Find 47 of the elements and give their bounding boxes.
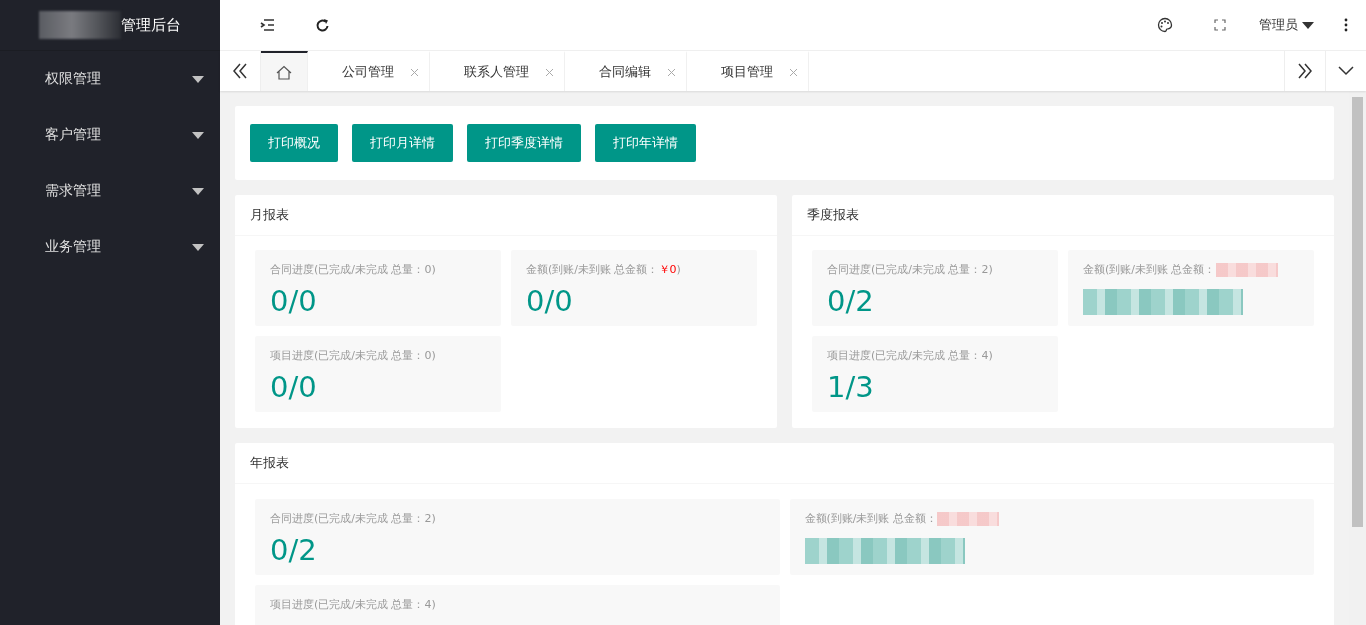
more-icon [1344, 18, 1348, 32]
close-icon [410, 67, 419, 77]
stat-label: 金额(到账/未到账 总金额： [1083, 262, 1299, 277]
home-tab[interactable] [261, 51, 308, 91]
stat-value: 0/0 [270, 283, 318, 319]
sidebar-item[interactable]: 权限管理 [0, 51, 220, 107]
stat-label: 合同进度(已完成/未完成 总量：0) [270, 262, 437, 277]
app-title: 管理后台 [121, 15, 181, 35]
sidebar-item[interactable]: 客户管理 [0, 107, 220, 163]
close-icon [545, 67, 554, 77]
stat-label: 项目进度(已完成/未完成 总量：4) [270, 597, 437, 612]
report-title: 季度报表 [792, 195, 1334, 236]
print-button[interactable]: 打印月详情 [352, 124, 453, 162]
stat-label: 金额(到账/未到账 总金额： [804, 511, 1299, 526]
stat-value: 0/0 [270, 369, 318, 405]
print-button[interactable]: 打印概况 [250, 124, 338, 162]
user-menu[interactable]: 管理员 [1247, 0, 1326, 50]
stat-value: 0/2 [827, 283, 875, 319]
print-button[interactable]: 打印年详情 [595, 124, 696, 162]
sidebar-item[interactable]: 业务管理 [0, 219, 220, 275]
double-chevron-right-icon [1297, 63, 1313, 79]
caret-icon [192, 75, 204, 83]
home-icon [276, 64, 292, 80]
stat-label: 合同进度(已完成/未完成 总量：2) [270, 511, 437, 526]
report-title: 月报表 [235, 195, 777, 236]
close-icon [667, 67, 676, 77]
chevron-down-icon [1338, 66, 1354, 76]
caret-icon [1302, 21, 1314, 29]
stat-label: 项目进度(已完成/未完成 总量：0) [270, 348, 437, 363]
double-chevron-left-icon [232, 63, 248, 79]
stat-value: 0/0 [526, 283, 574, 319]
report-title: 年报表 [235, 443, 1334, 484]
fullscreen-icon [1213, 19, 1226, 31]
menu-icon [260, 18, 275, 32]
caret-icon [192, 187, 204, 195]
print-button[interactable]: 打印季度详情 [467, 124, 581, 162]
close-icon [789, 67, 798, 77]
refresh-icon [315, 17, 330, 33]
stat-label: 金额(到账/未到账 总金额：￥0) [526, 262, 682, 277]
stat-label: 项目进度(已完成/未完成 总量：4) [827, 348, 994, 363]
caret-icon [192, 131, 204, 139]
stat-value: 0/2 [270, 532, 318, 568]
caret-icon [192, 243, 204, 251]
stat-value: 1/3 [827, 369, 875, 405]
stat-label: 合同进度(已完成/未完成 总量：2) [827, 262, 994, 277]
sidebar-item[interactable]: 需求管理 [0, 163, 220, 219]
palette-icon [1156, 17, 1173, 33]
